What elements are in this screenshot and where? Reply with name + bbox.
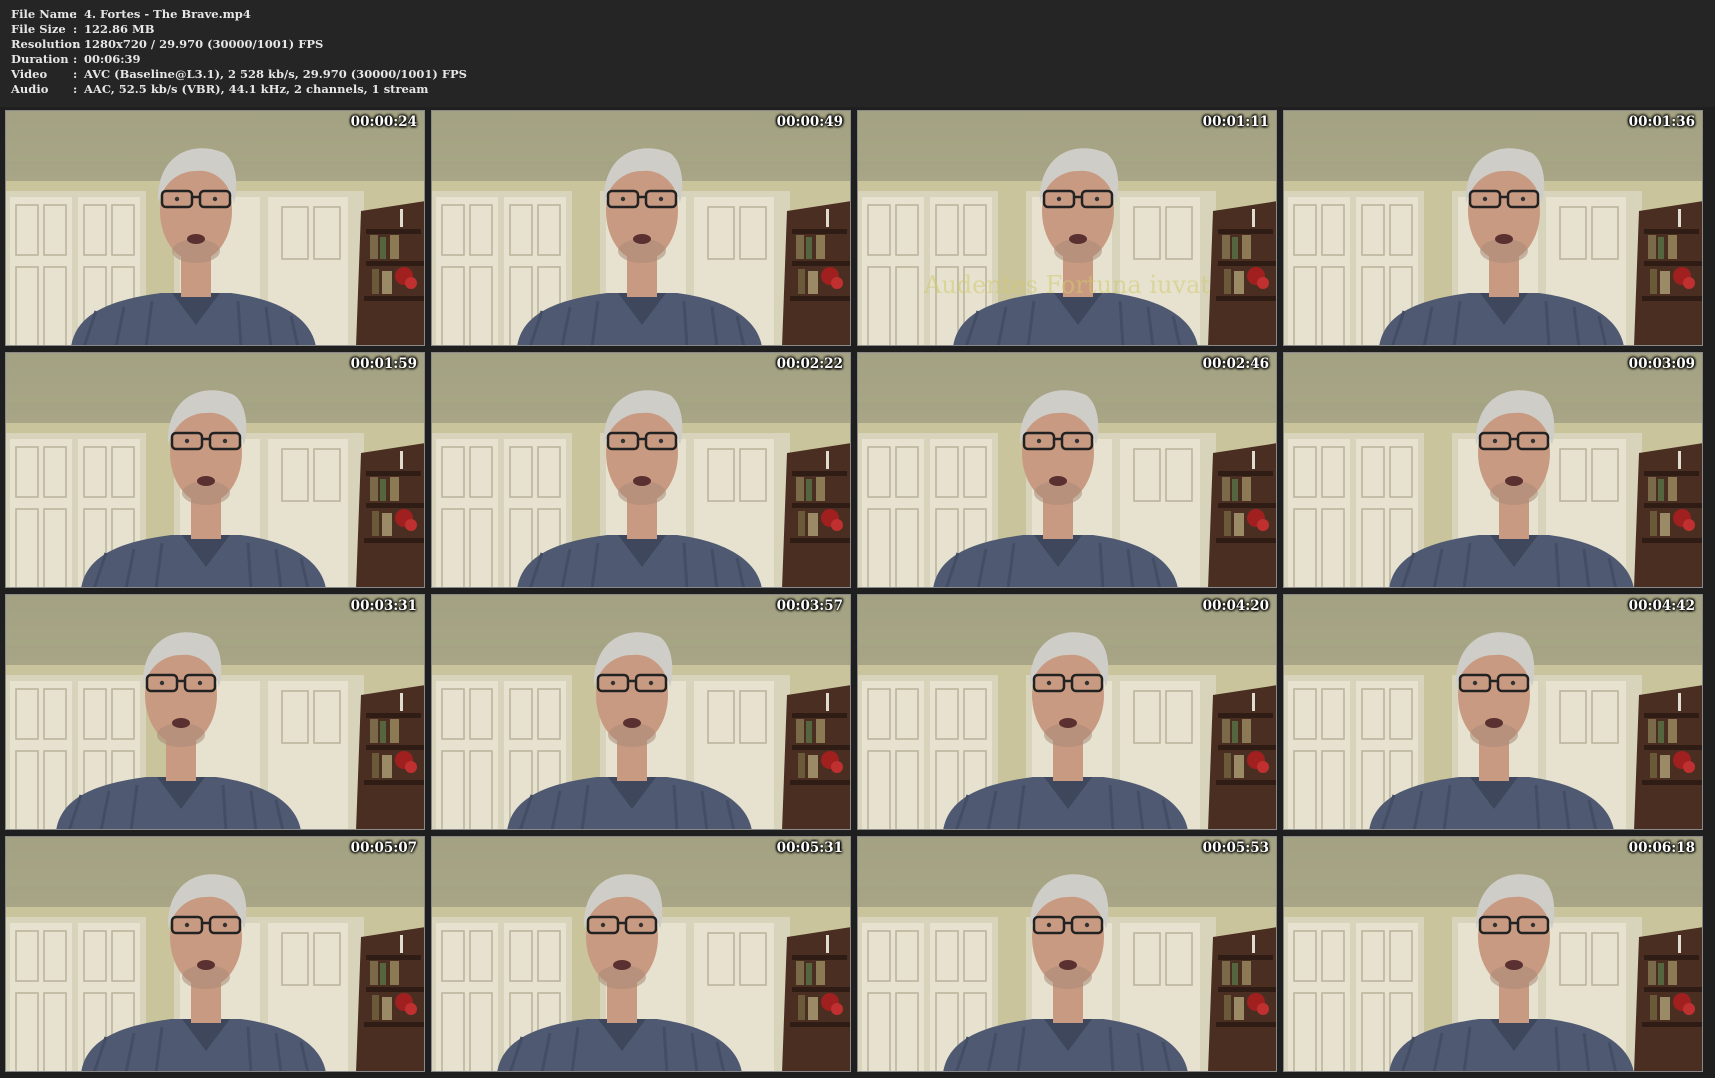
info-row-duration: Duration:00:06:39 [11, 51, 141, 67]
timestamp-label: 00:04:42 [1628, 598, 1695, 614]
timestamp-label: 00:04:20 [1202, 598, 1269, 614]
info-value: 4. Fortes - The Brave.mp4 [84, 7, 251, 21]
info-value: AAC, 52.5 kb/s (VBR), 44.1 kHz, 2 channe… [84, 82, 429, 96]
video-frame [432, 837, 850, 1071]
video-thumbnail-10: 00:03:57 [431, 594, 851, 830]
info-separator: : [73, 67, 78, 81]
info-label: Resolution [11, 37, 81, 51]
info-separator: : [73, 37, 78, 51]
info-value: 1280x720 / 29.970 (30000/1001) FPS [84, 37, 324, 51]
info-label: Video [11, 67, 48, 81]
video-thumbnail-15: 00:05:53 [857, 836, 1277, 1072]
info-label: File Size [11, 22, 66, 36]
info-row-file-size: File Size:122.86 MB [11, 21, 154, 37]
timestamp-label: 00:01:11 [1202, 114, 1269, 130]
info-value: AVC (Baseline@L3.1), 2 528 kb/s, 29.970 … [84, 67, 467, 81]
video-frame [858, 353, 1276, 587]
timestamp-label: 00:02:22 [776, 356, 843, 372]
video-frame [432, 595, 850, 829]
video-thumbnail-2: 00:00:49 [431, 110, 851, 346]
file-info-panel: File Name: 4. Fortes - The Brave.mp4 File… [0, 0, 1715, 107]
timestamp-label: 00:00:49 [776, 114, 843, 130]
info-label: Duration [11, 52, 69, 66]
info-label: Audio [11, 82, 49, 96]
video-frame [1284, 111, 1702, 345]
info-separator: : [73, 82, 78, 96]
video-thumbnail-16: 00:06:18 [1283, 836, 1703, 1072]
video-thumbnail-8: 00:03:09 [1283, 352, 1703, 588]
info-separator: : [73, 22, 78, 36]
video-thumbnail-7: 00:02:46 [857, 352, 1277, 588]
video-thumbnail-9: 00:03:31 [5, 594, 425, 830]
video-frame [858, 837, 1276, 1071]
video-frame [6, 837, 424, 1071]
video-thumbnail-13: 00:05:07 [5, 836, 425, 1072]
info-value: 122.86 MB [84, 22, 155, 36]
video-frame [432, 111, 850, 345]
info-row-video: Video: AVC (Baseline@L3.1), 2 528 kb/s, 2… [11, 66, 467, 82]
timestamp-label: 00:01:36 [1628, 114, 1695, 130]
timestamp-label: 00:05:07 [350, 840, 417, 856]
video-frame [858, 111, 1276, 345]
info-row-file-name: File Name: 4. Fortes - The Brave.mp4 [11, 6, 251, 22]
timestamp-label: 00:03:57 [776, 598, 843, 614]
video-thumbnail-12: 00:04:42 [1283, 594, 1703, 830]
video-frame [6, 353, 424, 587]
video-frame [6, 595, 424, 829]
video-thumbnail-11: 00:04:20 [857, 594, 1277, 830]
timestamp-label: 00:05:53 [1202, 840, 1269, 856]
timestamp-label: 00:03:09 [1628, 356, 1695, 372]
info-row-resolution: Resolution: 1280x720 / 29.970 (30000/1001… [11, 36, 323, 52]
video-thumbnail-3: 00:01:11 Audentes Fortuna iuvat [857, 110, 1277, 346]
video-frame [1284, 837, 1702, 1071]
video-frame [1284, 595, 1702, 829]
info-separator: : [73, 7, 78, 21]
video-frame [858, 595, 1276, 829]
video-thumbnail-1: 00:00:24 [5, 110, 425, 346]
timestamp-label: 00:06:18 [1628, 840, 1695, 856]
timestamp-label: 00:05:31 [776, 840, 843, 856]
video-thumbnail-6: 00:02:22 [431, 352, 851, 588]
timestamp-label: 00:03:31 [350, 598, 417, 614]
watermark-text: Audentes Fortuna iuvat [923, 271, 1210, 299]
timestamp-label: 00:02:46 [1202, 356, 1269, 372]
video-frame [1284, 353, 1702, 587]
info-value: 00:06:39 [84, 52, 141, 66]
video-thumbnail-5: 00:01:59 [5, 352, 425, 588]
timestamp-label: 00:00:24 [350, 114, 417, 130]
info-row-audio: Audio: AAC, 52.5 kb/s (VBR), 44.1 kHz, 2 … [11, 81, 428, 97]
timestamp-label: 00:01:59 [350, 356, 417, 372]
thumbnail-grid: 00:00:24 00:00:49 00:01:11 Audentes Fort… [5, 110, 1710, 1075]
info-separator: : [73, 52, 78, 66]
video-thumbnail-14: 00:05:31 [431, 836, 851, 1072]
info-label: File Name [11, 7, 77, 21]
video-thumbnail-4: 00:01:36 [1283, 110, 1703, 346]
video-frame [432, 353, 850, 587]
video-frame [6, 111, 424, 345]
